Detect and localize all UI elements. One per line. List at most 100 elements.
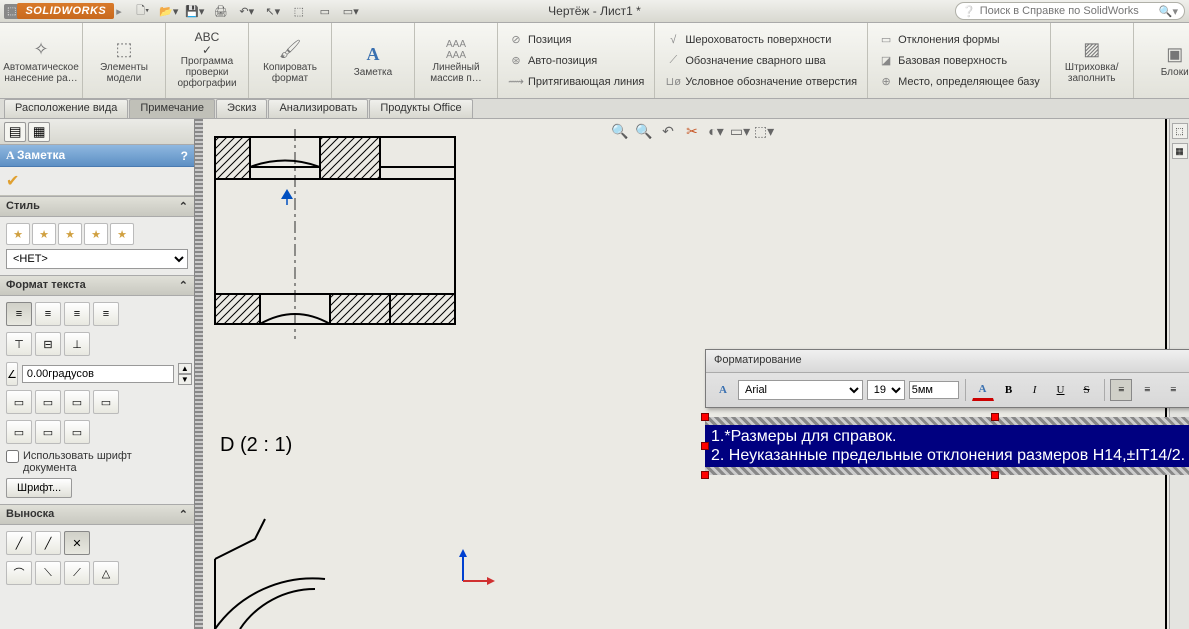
task-pane-tab-1[interactable]: ⬚	[1172, 123, 1188, 139]
help-search-input[interactable]	[980, 5, 1159, 17]
angle-spin-down[interactable]: ▼	[178, 374, 192, 385]
style-save-button[interactable]: ★	[84, 223, 108, 245]
align-right-button[interactable]: ≡	[64, 302, 90, 326]
prev-view-button[interactable]: ↶	[658, 121, 678, 141]
area-hatch-button[interactable]: ▨ Штриховка/заполнить	[1057, 36, 1127, 86]
select-button[interactable]: ↖▾	[262, 1, 284, 21]
surface-finish-button[interactable]: √Шероховатость поверхности	[661, 30, 861, 50]
font-family-select[interactable]: Arial	[738, 380, 863, 400]
panel-help-button[interactable]: ?	[181, 149, 188, 163]
blocks-button[interactable]: ▣ Блоки	[1140, 41, 1189, 80]
formatting-toolbar-window[interactable]: Форматирование × A Arial 19 A B I U S ≡ …	[705, 349, 1189, 408]
spell-check-button[interactable]: ABC✓ Программа проверки орфографии	[172, 30, 242, 91]
style-section-header[interactable]: Стиль ⌃	[0, 196, 194, 217]
justify-left-button[interactable]: ≡	[1110, 379, 1132, 401]
section-view-button[interactable]: ✂	[682, 121, 702, 141]
hide-show-button[interactable]: ▭▾	[730, 121, 750, 141]
leader-section-header[interactable]: Выноска ⌃	[0, 504, 194, 525]
angle-input[interactable]	[22, 365, 174, 383]
tab-office-products[interactable]: Продукты Office	[369, 99, 472, 118]
italic-button[interactable]: I	[1024, 379, 1046, 401]
fmt-opt-3[interactable]: ▭	[64, 390, 90, 414]
help-search-box[interactable]: ❔ 🔍▾	[955, 2, 1185, 20]
font-dialog-button[interactable]: Шрифт...	[6, 478, 72, 498]
property-manager-tab-button[interactable]: ▦	[28, 122, 50, 142]
new-file-button[interactable]: 🗋▾	[132, 1, 154, 21]
feature-manager-tab-button[interactable]: ▤	[4, 122, 26, 142]
resize-handle-sw[interactable]	[701, 471, 709, 479]
search-icon[interactable]: 🔍▾	[1159, 5, 1178, 18]
justify-right-button[interactable]: ≡	[1162, 379, 1184, 401]
note-button[interactable]: A Заметка	[338, 41, 408, 80]
strikethrough-button[interactable]: S	[1076, 379, 1098, 401]
font-style-icon[interactable]: A	[712, 379, 734, 401]
tab-view-layout[interactable]: Расположение вида	[4, 99, 128, 118]
perspective-button[interactable]: ⬚▾	[754, 121, 774, 141]
fmt-opt-6[interactable]: ▭	[35, 420, 61, 444]
datum-feature-button[interactable]: ◪Базовая поверхность	[874, 51, 1044, 71]
resize-handle-s[interactable]	[991, 471, 999, 479]
align-center-button[interactable]: ≡	[35, 302, 61, 326]
hole-callout-button[interactable]: ⊔øУсловное обозначение отверстия	[661, 72, 861, 92]
tab-annotation[interactable]: Примечание	[129, 99, 215, 118]
geometric-tolerance-button[interactable]: ▭Отклонения формы	[874, 30, 1044, 50]
auto-balloon-button[interactable]: ⊛Авто-позиция	[504, 51, 648, 71]
save-button[interactable]: 💾▾	[184, 1, 206, 21]
font-size-select[interactable]: 19	[867, 380, 905, 400]
weld-symbol-button[interactable]: ⟋Обозначение сварного шва	[661, 51, 861, 71]
align-top-button[interactable]: ⊤	[6, 332, 32, 356]
magnetic-line-button[interactable]: ⟿Притягивающая линия	[504, 72, 648, 92]
resize-handle-w[interactable]	[701, 442, 709, 450]
rebuild-button[interactable]: ⬚	[288, 1, 310, 21]
auto-dimension-button[interactable]: ✧ Автоматическое нанесение ра…	[6, 36, 76, 86]
fmt-opt-2[interactable]: ▭	[35, 390, 61, 414]
note-edit-box[interactable]: 1.*Размеры для справок. 2. Неуказанные п…	[705, 417, 1189, 475]
angle-spin-up[interactable]: ▲	[178, 363, 192, 374]
balloon-button[interactable]: ⊘Позиция	[504, 30, 648, 50]
leader-arrow-1[interactable]: ⌒	[6, 561, 32, 585]
underline-button[interactable]: U	[1050, 379, 1072, 401]
leader-style-1[interactable]: ╱	[6, 531, 32, 555]
tab-evaluate[interactable]: Анализировать	[268, 99, 368, 118]
text-format-section-header[interactable]: Формат текста ⌃	[0, 275, 194, 296]
align-left-button[interactable]: ≡	[6, 302, 32, 326]
fmt-opt-1[interactable]: ▭	[6, 390, 32, 414]
note-text-content[interactable]: 1.*Размеры для справок. 2. Неуказанные п…	[705, 425, 1189, 467]
justify-center-button[interactable]: ≡	[1136, 379, 1158, 401]
print-button[interactable]: 🖨	[210, 1, 232, 21]
style-add-favorite-button[interactable]: ★	[32, 223, 56, 245]
zoom-area-button[interactable]: 🔍	[634, 121, 654, 141]
open-file-button[interactable]: 📂▾	[158, 1, 180, 21]
fmt-opt-4[interactable]: ▭	[93, 390, 119, 414]
model-elements-button[interactable]: ⬚ Элементы модели	[89, 36, 159, 86]
options-button[interactable]: ▭	[314, 1, 336, 21]
formatting-window-titlebar[interactable]: Форматирование ×	[706, 350, 1189, 373]
fmt-opt-7[interactable]: ▭	[64, 420, 90, 444]
color-button[interactable]: A	[972, 379, 994, 401]
resize-handle-nw[interactable]	[701, 413, 709, 421]
style-delete-favorite-button[interactable]: ★	[58, 223, 82, 245]
font-mm-input[interactable]	[909, 381, 959, 399]
ok-button[interactable]: ✔	[6, 173, 19, 190]
align-middle-button[interactable]: ⊟	[35, 332, 61, 356]
leader-arrow-3[interactable]: ⟋	[64, 561, 90, 585]
format-painter-button[interactable]: 🖌 Копировать формат	[255, 36, 325, 86]
logo-expand-icon[interactable]: ▸	[116, 5, 122, 18]
align-bottom-button[interactable]: ⊥	[64, 332, 90, 356]
task-pane-tab-2[interactable]: ▦	[1172, 143, 1188, 159]
style-dropdown[interactable]: <НЕТ>	[6, 249, 188, 269]
leader-arrow-2[interactable]: ⟍	[35, 561, 61, 585]
leader-arrow-4[interactable]: △	[93, 561, 119, 585]
screen-capture-button[interactable]: ▭▾	[340, 1, 362, 21]
drawing-canvas[interactable]: 🔍 🔍 ↶ ✂ ◐▾ ▭▾ ⬚▾	[195, 119, 1189, 629]
leader-style-2[interactable]: ╱	[35, 531, 61, 555]
bold-button[interactable]: B	[998, 379, 1020, 401]
display-style-button[interactable]: ◐▾	[706, 121, 726, 141]
fmt-opt-5[interactable]: ▭	[6, 420, 32, 444]
undo-button[interactable]: ↶▾	[236, 1, 258, 21]
zoom-fit-button[interactable]: 🔍	[610, 121, 630, 141]
use-doc-font-checkbox[interactable]	[6, 450, 19, 463]
style-load-button[interactable]: ★	[110, 223, 134, 245]
resize-handle-n[interactable]	[991, 413, 999, 421]
leader-style-3[interactable]: ✕	[64, 531, 90, 555]
